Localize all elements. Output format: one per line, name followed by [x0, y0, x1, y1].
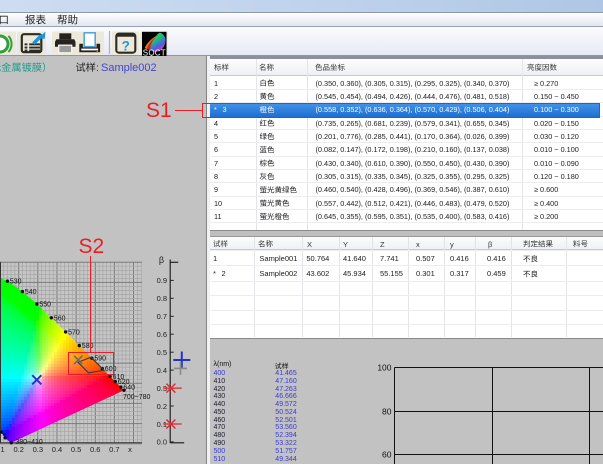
svg-text:80: 80 — [382, 407, 392, 417]
svg-text:530: 530 — [10, 279, 22, 286]
svg-text:0.6: 0.6 — [90, 445, 100, 454]
svg-text:0.3: 0.3 — [33, 445, 43, 454]
svg-text:0.8: 0.8 — [157, 294, 167, 303]
svg-text:570: 570 — [68, 329, 80, 336]
svg-text:560: 560 — [54, 315, 66, 322]
svg-text:0.4: 0.4 — [157, 366, 167, 375]
svg-text:0.5: 0.5 — [71, 445, 81, 454]
svg-text:0.9: 0.9 — [157, 276, 167, 285]
svg-text:0.2: 0.2 — [157, 402, 167, 411]
svg-text:640: 640 — [123, 385, 135, 392]
svg-text:0.1: 0.1 — [0, 445, 5, 454]
svg-text:60: 60 — [382, 450, 392, 460]
svg-text:0.5: 0.5 — [157, 348, 167, 357]
svg-text:0.7: 0.7 — [109, 445, 119, 454]
svg-text:x: x — [128, 445, 132, 454]
svg-text:580: 580 — [82, 343, 94, 350]
svg-text:?: ? — [122, 38, 130, 53]
svg-text:540: 540 — [25, 289, 37, 296]
svg-text:700~780: 700~780 — [123, 394, 151, 401]
svg-text:0.6: 0.6 — [157, 330, 167, 339]
svg-text:SQCT: SQCT — [143, 48, 166, 56]
svg-text:100: 100 — [377, 363, 391, 373]
svg-text:0.2: 0.2 — [13, 445, 23, 454]
svg-text:380~410: 380~410 — [15, 439, 43, 446]
svg-text:550: 550 — [39, 302, 51, 309]
svg-text:0.7: 0.7 — [157, 312, 167, 321]
svg-text:0.4: 0.4 — [52, 445, 62, 454]
svg-text:0.0: 0.0 — [157, 438, 167, 447]
svg-text:β: β — [159, 255, 164, 265]
